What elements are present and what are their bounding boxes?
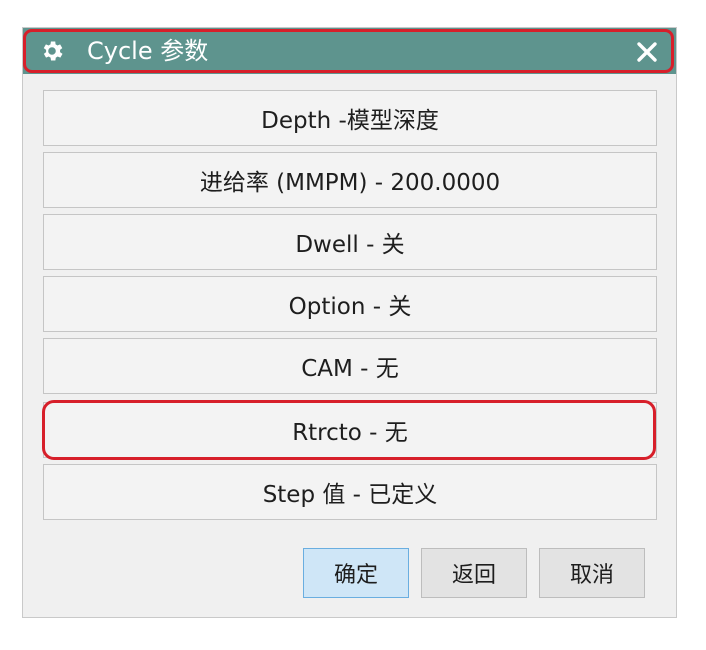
close-icon[interactable] [635,40,659,64]
option-label: 进给率 (MMPM) - 200.0000 [199,170,501,196]
option-feedrate[interactable]: 进给率 (MMPM) - 200.0000 [43,152,657,208]
back-button[interactable]: 返回 [421,548,527,598]
option-label: Step 值 - 已定义 [262,482,438,508]
option-option[interactable]: Option - 关 [43,276,657,332]
dialog-title: Cycle 参数 [87,37,209,65]
cancel-button-label: 取消 [569,563,614,588]
option-dwell[interactable]: Dwell - 关 [43,214,657,270]
option-depth[interactable]: Depth -模型深度 [43,90,657,146]
option-label: Depth -模型深度 [261,108,439,134]
option-cam[interactable]: CAM - 无 [43,338,657,394]
option-step[interactable]: Step 值 - 已定义 [43,464,657,520]
gear-icon [43,41,63,61]
ok-button-label: 确定 [333,563,378,588]
option-rtrcto[interactable]: Rtrcto - 无 [43,402,657,458]
cancel-button[interactable]: 取消 [539,548,645,598]
cycle-parameters-dialog: Cycle 参数 Depth -模型深度 进给率 (MMPM) - 200.00… [22,27,677,618]
dialog-title-bar: Cycle 参数 [23,28,676,74]
back-button-label: 返回 [451,563,496,588]
option-label: Dwell - 关 [295,232,405,258]
option-label: Rtrcto - 无 [292,420,408,446]
ok-button[interactable]: 确定 [303,548,409,598]
option-label: Option - 关 [288,294,412,320]
option-label: CAM - 无 [301,356,399,382]
